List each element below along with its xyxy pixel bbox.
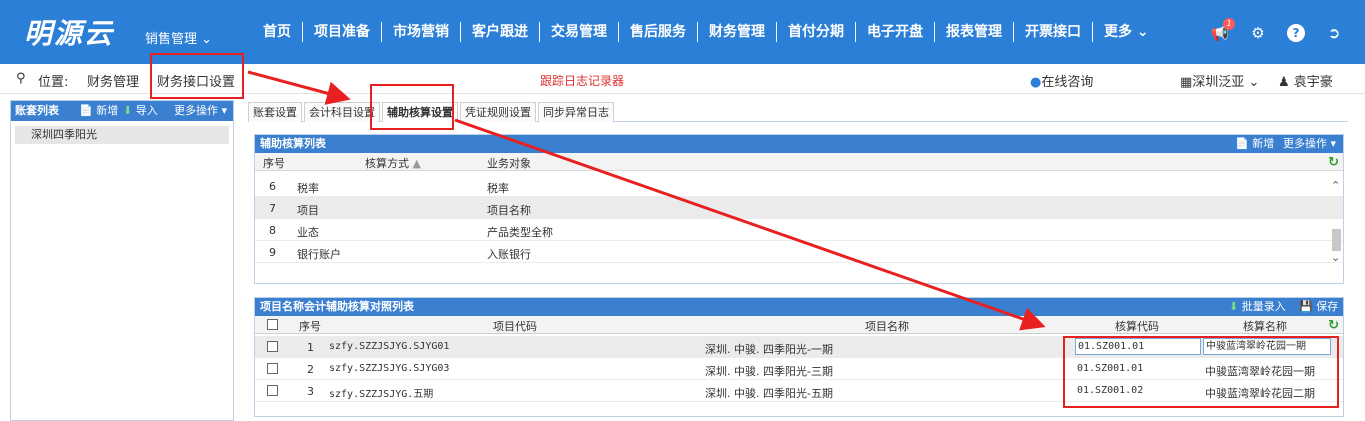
arrow-to-tab — [247, 70, 351, 105]
arrow-to-codes — [454, 118, 1046, 331]
annotation-arrows — [247, 70, 1046, 331]
